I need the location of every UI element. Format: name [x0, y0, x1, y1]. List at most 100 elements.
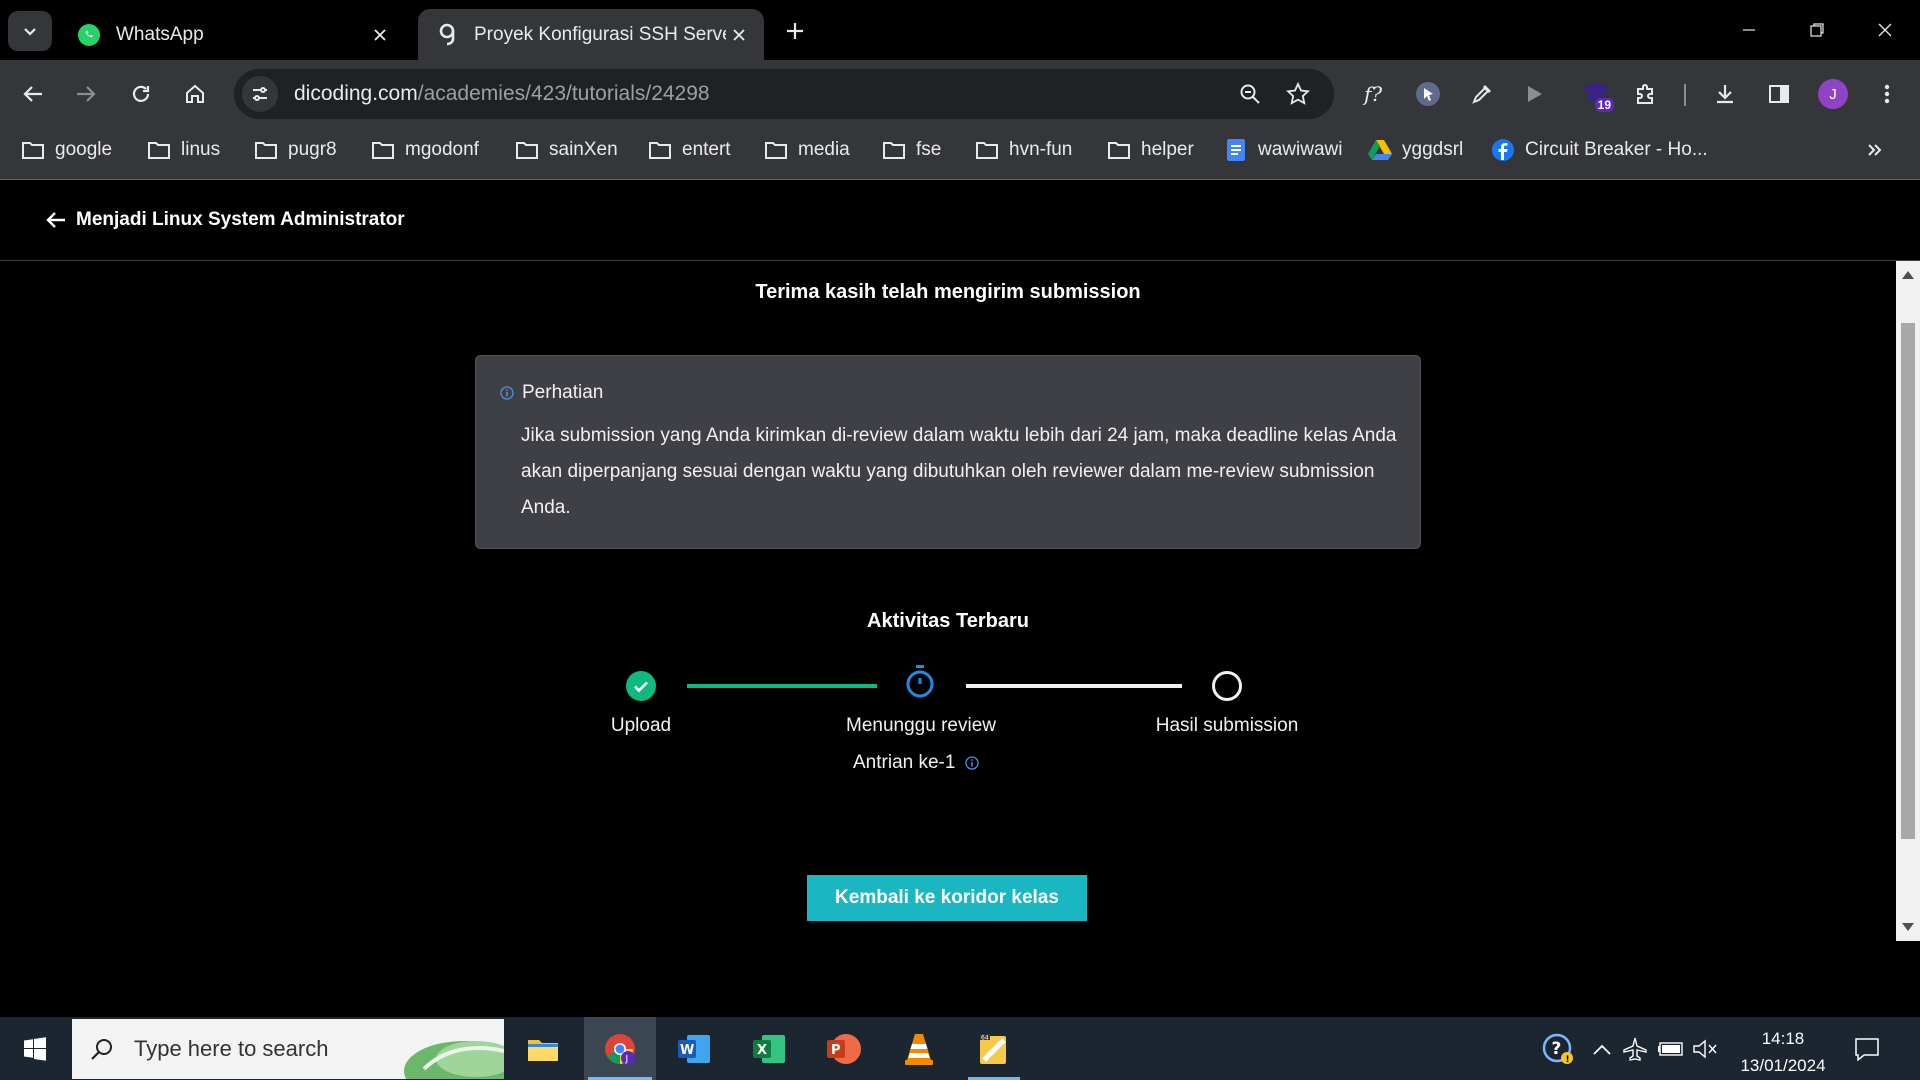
page-scrollbar[interactable] — [1896, 261, 1920, 941]
folder-icon — [1106, 137, 1132, 163]
taskbar-search-box[interactable]: Type here to search — [72, 1019, 504, 1079]
progress-line-pending — [966, 684, 1182, 688]
scroll-thumb[interactable] — [1901, 323, 1915, 839]
profile-button[interactable]: J — [1813, 74, 1853, 114]
bookmark-circuit-breaker[interactable]: Circuit Breaker - Ho... — [1490, 128, 1708, 172]
page-header: Menjadi Linux System Administrator — [0, 181, 1920, 261]
extension-badge-button[interactable]: 19 — [1576, 74, 1616, 114]
back-to-class-link[interactable]: Menjadi Linux System Administrator — [46, 209, 405, 231]
folder-icon — [974, 137, 1000, 163]
toolbar-divider — [1684, 84, 1686, 106]
excel-app[interactable]: X — [739, 1017, 799, 1080]
notice-body: Jika submission yang Anda kirimkan di-re… — [521, 425, 1397, 518]
notification-icon — [1855, 1038, 1879, 1061]
graduation-cap-icon: 19 — [1580, 78, 1614, 112]
bookmark-label: google — [55, 139, 113, 160]
menu-button[interactable] — [1867, 74, 1907, 114]
bookmark-wawiwawi[interactable]: wawiwawi — [1223, 128, 1342, 172]
system-clock[interactable]: 14:18 13/01/2024 — [1728, 1025, 1838, 1079]
extension-play-button[interactable] — [1514, 74, 1554, 114]
vlc-app[interactable] — [889, 1017, 949, 1080]
downloads-button[interactable] — [1705, 74, 1745, 114]
bookmark-star-icon[interactable] — [1280, 76, 1316, 112]
folder-icon — [370, 137, 396, 163]
activity-title: Aktivitas Terbaru — [867, 610, 1029, 632]
home-button[interactable] — [175, 74, 215, 114]
bookmark-google[interactable]: google — [20, 128, 112, 172]
bookmark-pugr8[interactable]: pugr8 — [253, 128, 337, 172]
bookmark-sainxen[interactable]: sainXen — [514, 128, 618, 172]
bookmark-hvn-fun[interactable]: hvn-fun — [974, 128, 1072, 172]
notice-header: Perhatian — [500, 382, 603, 404]
extension-eyedropper-button[interactable] — [1462, 74, 1502, 114]
folder-icon — [763, 137, 789, 163]
back-to-corridor-button[interactable]: Kembali ke koridor kelas — [807, 875, 1087, 921]
bookmark-fse[interactable]: fse — [881, 128, 941, 172]
restore-button[interactable] — [1794, 12, 1840, 48]
bookmark-mgodonf[interactable]: mgodonf — [370, 128, 479, 172]
new-tab-button[interactable] — [780, 16, 810, 46]
chevron-up-icon[interactable] — [1587, 1035, 1617, 1063]
tab-search-button[interactable] — [8, 11, 52, 51]
bookmark-entert[interactable]: entert — [647, 128, 731, 172]
bookmark-label: hvn-fun — [1009, 139, 1073, 160]
bookmark-helper[interactable]: helper — [1106, 128, 1194, 172]
notification-center-button[interactable] — [1850, 1033, 1884, 1065]
step-upload-label: Upload — [610, 715, 672, 736]
volume-muted-icon[interactable] — [1690, 1035, 1720, 1063]
forward-button[interactable] — [66, 74, 106, 114]
tab-whatsapp[interactable]: WhatsApp — [60, 9, 405, 60]
word-icon: W — [678, 1034, 710, 1063]
folder-icon — [514, 137, 540, 163]
close-tab-icon[interactable] — [726, 22, 752, 48]
extensions-button[interactable] — [1626, 74, 1666, 114]
progress-line-complete — [687, 684, 877, 688]
bookmark-yggdsrl[interactable]: yggdsrl — [1367, 128, 1463, 172]
docs-icon — [1223, 137, 1249, 163]
search-icon — [91, 1039, 112, 1060]
bookmark-label: entert — [682, 139, 731, 160]
side-panel-button[interactable] — [1759, 74, 1799, 114]
extension-cursor-button[interactable] — [1408, 74, 1448, 114]
plus-icon — [787, 23, 803, 39]
help-tray-icon[interactable]: ?! — [1541, 1033, 1575, 1065]
side-panel-icon — [1769, 85, 1789, 103]
chrome-app[interactable]: J — [584, 1017, 656, 1080]
url-path: /academies/423/tutorials/24298 — [417, 82, 710, 105]
scroll-down-arrow[interactable] — [1902, 923, 1914, 931]
site-info-icon[interactable] — [242, 76, 278, 112]
submission-stepper: Upload Menunggu review Hasil submission … — [0, 665, 1896, 829]
zoom-icon[interactable] — [1232, 76, 1268, 112]
file-explorer-app[interactable] — [513, 1017, 573, 1080]
pinned-app[interactable]: 64 — [964, 1017, 1024, 1080]
drive-icon — [1367, 137, 1393, 163]
close-tab-icon[interactable] — [367, 22, 393, 48]
svg-text:f?: f? — [1362, 82, 1382, 106]
start-button[interactable] — [0, 1017, 70, 1080]
folder-icon — [20, 137, 46, 163]
tab-dicoding[interactable]: Proyek Konfigurasi SSH Server | — [418, 9, 764, 60]
more-vertical-icon — [1884, 84, 1890, 104]
minimize-button[interactable] — [1726, 12, 1772, 48]
info-icon[interactable] — [965, 756, 980, 770]
battery-icon[interactable] — [1656, 1035, 1686, 1063]
close-window-button[interactable] — [1862, 12, 1908, 48]
page-content: Menjadi Linux System Administrator Terim… — [0, 181, 1920, 1017]
scroll-up-arrow[interactable] — [1902, 271, 1914, 279]
excel-icon: X — [753, 1034, 785, 1063]
reload-button[interactable] — [121, 74, 161, 114]
bookmark-label: pugr8 — [288, 139, 337, 160]
folder-icon — [146, 137, 172, 163]
bookmark-linus[interactable]: linus — [146, 128, 220, 172]
address-bar[interactable]: dicoding.com/academies/423/tutorials/242… — [234, 69, 1334, 119]
word-app[interactable]: W — [664, 1017, 724, 1080]
more-bookmarks-button[interactable] — [1860, 128, 1890, 172]
tab-strip: WhatsApp Proyek Konfigurasi SSH Server | — [0, 0, 1920, 60]
airplane-mode-icon[interactable] — [1620, 1035, 1650, 1063]
back-button[interactable] — [13, 74, 53, 114]
extension-fx-button[interactable]: f? — [1356, 74, 1396, 114]
bookmark-media[interactable]: media — [763, 128, 850, 172]
bookmark-label: fse — [916, 139, 942, 160]
powerpoint-icon: P — [827, 1033, 861, 1064]
powerpoint-app[interactable]: P — [814, 1017, 874, 1080]
